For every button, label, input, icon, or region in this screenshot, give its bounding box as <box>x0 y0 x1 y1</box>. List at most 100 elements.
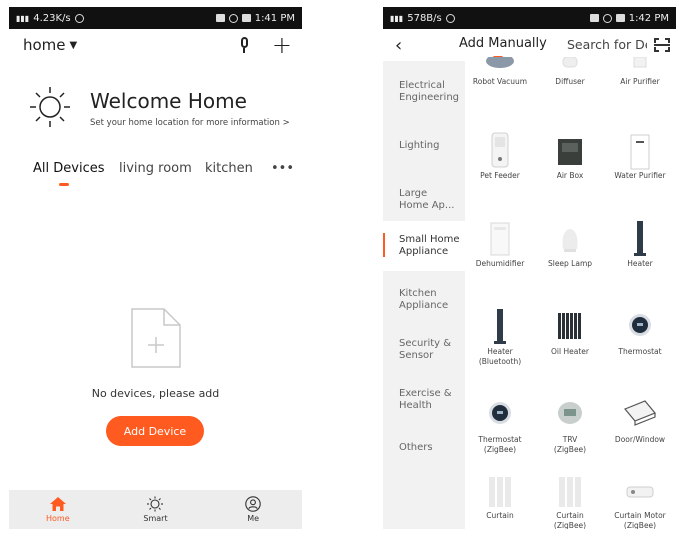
device-curtain-motor-zigbee[interactable]: Curtain Motor (ZigBee) <box>605 475 675 529</box>
back-arrow-icon[interactable]: ‹ <box>395 35 413 56</box>
device-curtain-zigbee[interactable]: Curtain (ZigBee) <box>535 475 605 529</box>
nav-smart[interactable]: Smart <box>125 496 185 523</box>
thermostat-icon <box>489 402 511 424</box>
device-oil-heater[interactable]: Oil Heater <box>535 307 605 357</box>
device-label: Curtain <box>486 511 514 520</box>
battery-icon <box>241 14 251 22</box>
oil-heater-icon <box>558 313 581 339</box>
category-lighting[interactable]: Lighting <box>383 121 465 171</box>
welcome-subtitle[interactable]: Set your home location for more informat… <box>90 118 290 128</box>
tab-add-manually[interactable]: Add Manually <box>459 36 547 51</box>
room-tabs: All Devices living room kitchen ••• <box>9 157 302 189</box>
curtain-motor-icon <box>626 486 654 498</box>
door-window-sensor-icon <box>624 400 656 426</box>
device-air-purifier[interactable]: Air Purifier <box>605 57 675 87</box>
tab-search-devices[interactable]: Search for De <box>567 37 647 52</box>
empty-document-icon <box>131 308 181 368</box>
nav-me-label: Me <box>247 514 260 523</box>
category-small-home-appliance[interactable]: Small Home Appliance <box>383 221 465 271</box>
tab-living-room[interactable]: living room <box>119 161 192 176</box>
welcome-banner[interactable]: Welcome Home Set your home location for … <box>27 85 297 131</box>
dehumidifier-icon <box>490 222 510 256</box>
device-label: Diffuser <box>555 77 585 86</box>
user-icon <box>245 496 261 512</box>
more-tabs-icon[interactable]: ••• <box>271 161 294 176</box>
empty-state-text: No devices, please add <box>91 387 220 400</box>
microphone-icon[interactable] <box>238 37 250 53</box>
device-air-box[interactable]: Air Box <box>535 131 605 181</box>
home-screen: ▮▮▮ 4.23K/s 1:41 PM home ▼ + Welcome Hom… <box>9 7 302 529</box>
device-label: Pet Feeder <box>480 171 520 180</box>
device-robot-vacuum[interactable]: Robot Vacuum <box>465 57 535 87</box>
sun-icon <box>147 496 164 512</box>
heater-icon <box>634 221 646 256</box>
sleep-lamp-icon <box>562 229 578 252</box>
signal-icon: ▮▮▮ <box>390 13 404 23</box>
notification-icon <box>589 14 599 22</box>
device-curtain[interactable]: Curtain <box>465 475 535 521</box>
device-water-purifier[interactable]: Water Purifier <box>605 131 675 181</box>
status-time: 1:41 PM <box>254 12 295 24</box>
device-heater-bluetooth[interactable]: Heater (Bluetooth) <box>465 307 535 367</box>
category-electrical-engineering[interactable]: Electrical Engineering <box>383 67 465 117</box>
active-tab-indicator <box>59 183 69 186</box>
device-grid: Robot Vacuum Diffuser Air Purifier Pet F… <box>465 57 676 529</box>
category-security-sensor[interactable]: Security & Sensor <box>383 325 465 375</box>
device-label: TRV (ZigBee) <box>553 435 587 454</box>
device-pet-feeder[interactable]: Pet Feeder <box>465 131 535 181</box>
sync-icon <box>445 13 455 23</box>
nav-home-label: Home <box>46 514 70 523</box>
welcome-title: Welcome Home <box>90 89 247 113</box>
alarm-icon <box>602 13 612 23</box>
home-selector[interactable]: home ▼ <box>23 36 77 54</box>
air-box-icon <box>558 139 582 165</box>
status-bar: ▮▮▮ 4.23K/s 1:41 PM <box>9 7 302 29</box>
device-label: Air Purifier <box>620 77 660 86</box>
scan-icon[interactable] <box>654 38 670 52</box>
nav-me[interactable]: Me <box>223 496 283 523</box>
device-heater[interactable]: Heater <box>605 219 675 269</box>
thermostat-icon <box>629 314 651 336</box>
sync-icon <box>74 13 84 23</box>
category-label: Security & Sensor <box>399 338 452 361</box>
status-time: 1:42 PM <box>628 12 669 24</box>
device-diffuser[interactable]: Diffuser <box>535 57 605 87</box>
device-thermostat[interactable]: Thermostat <box>605 307 675 357</box>
category-large-home-appliance[interactable]: Large Home Ap... <box>383 175 465 225</box>
add-icon[interactable]: + <box>272 33 292 57</box>
pet-feeder-icon <box>491 132 509 168</box>
add-device-button[interactable]: Add Device <box>106 416 204 446</box>
battery-icon <box>615 14 625 22</box>
notification-icon <box>215 14 225 22</box>
network-speed: 4.23K/s <box>33 12 71 24</box>
category-others[interactable]: Others <box>383 423 465 473</box>
category-label: Small Home Appliance <box>399 234 460 257</box>
category-kitchen-appliance[interactable]: Kitchen Appliance <box>383 275 465 325</box>
device-label: Oil Heater <box>551 347 589 356</box>
curtain-icon <box>489 477 511 507</box>
active-category-indicator <box>383 233 385 257</box>
device-label: Door/Window <box>614 435 666 444</box>
trv-icon <box>558 402 582 424</box>
bottom-navigation: Home Smart Me <box>9 490 302 529</box>
network-speed: 578B/s <box>407 12 442 24</box>
device-dehumidifier[interactable]: Dehumidifier <box>465 219 535 269</box>
chevron-down-icon: ▼ <box>69 39 78 51</box>
category-label: Exercise & Health <box>399 388 452 411</box>
home-header: home ▼ + <box>9 29 302 61</box>
nav-home[interactable]: Home <box>28 496 88 523</box>
category-label: Large Home Ap... <box>399 188 455 211</box>
category-sidebar: Electrical Engineering Lighting Large Ho… <box>383 61 465 529</box>
category-label: Kitchen Appliance <box>399 288 449 311</box>
category-exercise-health[interactable]: Exercise & Health <box>383 375 465 425</box>
tab-all-devices[interactable]: All Devices <box>33 161 104 176</box>
device-thermostat-zigbee[interactable]: Thermostat (ZigBee) <box>465 395 535 455</box>
heater-icon <box>494 309 506 344</box>
category-label: Lighting <box>399 140 440 151</box>
device-door-window[interactable]: Door/Window <box>605 395 675 445</box>
diffuser-icon <box>562 57 578 68</box>
tab-kitchen[interactable]: kitchen <box>205 161 253 176</box>
device-sleep-lamp[interactable]: Sleep Lamp <box>535 219 605 269</box>
signal-icon: ▮▮▮ <box>16 13 30 23</box>
device-trv-zigbee[interactable]: TRV (ZigBee) <box>535 395 605 455</box>
